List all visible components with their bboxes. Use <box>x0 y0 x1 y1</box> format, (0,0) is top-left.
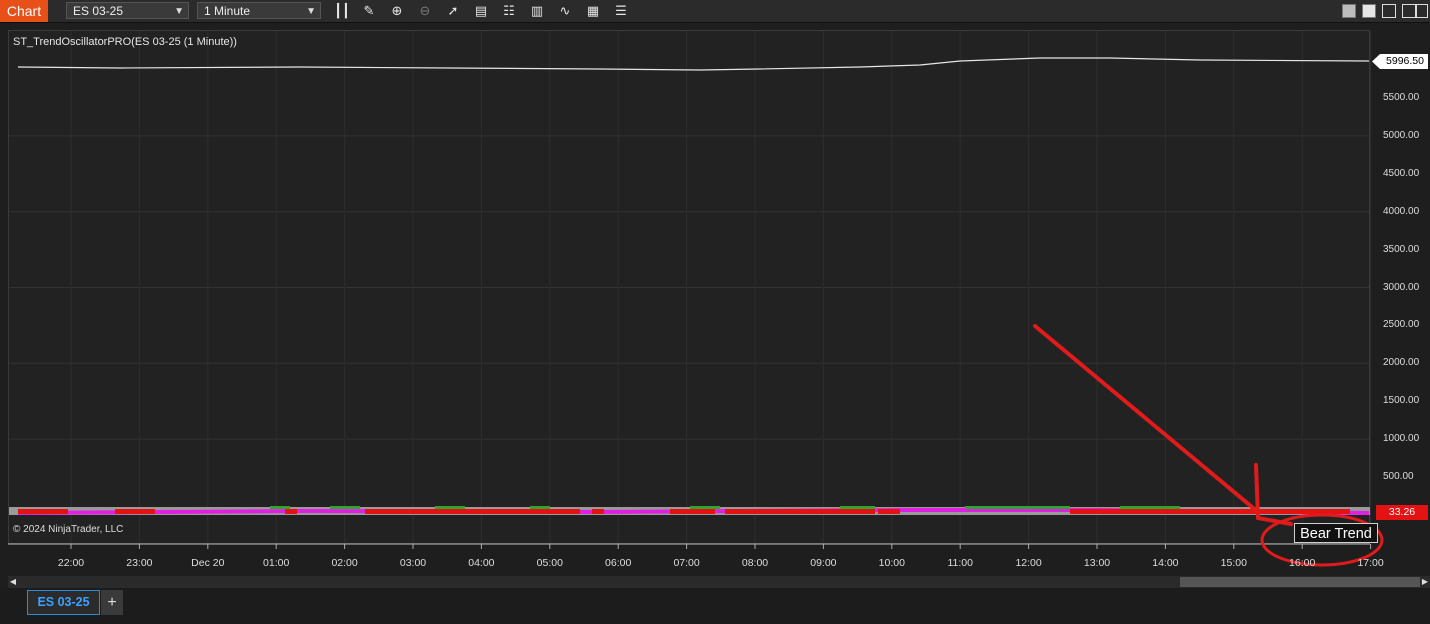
bear-segment <box>725 509 875 514</box>
add-tab-button[interactable]: + <box>101 590 123 615</box>
y-tick-label: 3500.00 <box>1383 243 1420 255</box>
scroll-right-icon[interactable]: ▶ <box>1420 576 1430 588</box>
y-tick-label: 1500.00 <box>1383 395 1420 407</box>
x-tick-label: 08:00 <box>741 557 769 569</box>
bear-segment <box>18 509 68 514</box>
bull-segment <box>1120 506 1180 509</box>
x-tick-label: 15:00 <box>1220 557 1247 569</box>
annotation-arrow-line <box>1033 324 1260 514</box>
x-tick-label: 01:00 <box>263 557 290 569</box>
x-tick-label: 11:00 <box>947 557 973 569</box>
x-tick-label: 17:00 <box>1357 557 1384 569</box>
tab-es-03-25[interactable]: ES 03-25 <box>27 590 100 615</box>
bear-segment <box>1220 509 1350 514</box>
x-tick-label: 09:00 <box>810 557 837 569</box>
gridlines <box>8 31 1372 549</box>
trend-state-label: Bear Trend <box>1294 523 1378 543</box>
x-tick-label: 22:00 <box>57 557 85 569</box>
x-tick-label: 12:00 <box>1015 557 1042 569</box>
x-tick-label: 14:00 <box>1152 557 1179 569</box>
bear-segment <box>670 509 715 514</box>
y-tick-label: 2500.00 <box>1383 319 1420 331</box>
x-tick-label: 03:00 <box>399 557 427 569</box>
horizontal-scrollbar[interactable]: ◀ ▶ <box>8 576 1430 588</box>
scroll-thumb[interactable] <box>1180 577 1420 587</box>
indicator-label: ST_TrendOscillatorPRO(ES 03-25 (1 Minute… <box>13 36 237 48</box>
x-tick-label: 06:00 <box>605 557 632 569</box>
x-tick-label: 07:00 <box>673 557 700 569</box>
x-tick-label: 16:00 <box>1289 557 1316 569</box>
x-tick-label: 05:00 <box>536 557 563 569</box>
y-tick-label: 1000.00 <box>1383 433 1420 445</box>
bear-segment <box>878 509 900 514</box>
x-tick-label: 23:00 <box>126 557 153 569</box>
y-tick-label: 4500.00 <box>1383 167 1420 179</box>
y-tick-label: 500.00 <box>1383 471 1414 482</box>
bear-segment <box>115 509 155 514</box>
bottom-tab-bar <box>0 588 1430 624</box>
bear-segment <box>365 509 580 514</box>
chart-canvas <box>8 31 1384 567</box>
bull-segment <box>690 506 720 509</box>
bear-segment <box>1070 509 1220 514</box>
bull-segment <box>840 506 875 509</box>
y-tick-label: 5500.00 <box>1383 92 1420 103</box>
bear-segment <box>592 509 604 514</box>
bear-segment <box>285 509 297 514</box>
oscillator-value-marker: 33.26 <box>1376 505 1428 520</box>
bull-segment <box>965 506 1070 509</box>
y-tick-label: 5000.00 <box>1383 129 1420 141</box>
y-tick-label: 2000.00 <box>1383 357 1420 369</box>
last-price-marker: 5996.50 <box>1372 54 1428 69</box>
scroll-left-icon[interactable]: ◀ <box>8 576 18 588</box>
x-tick-label: 04:00 <box>468 557 495 569</box>
bull-segment <box>530 506 550 509</box>
price-series-line <box>17 57 1370 71</box>
x-tick-label: 02:00 <box>331 557 358 569</box>
x-tick-label: Dec 20 <box>191 557 225 569</box>
y-tick-label: 4000.00 <box>1383 205 1420 217</box>
bull-segment <box>330 506 360 509</box>
x-tick-label: 13:00 <box>1083 557 1111 569</box>
x-tick-label: 10:00 <box>878 557 905 569</box>
y-tick-label: 3000.00 <box>1383 281 1420 293</box>
trend-oscillator-series <box>9 506 1370 515</box>
bull-segment <box>435 506 465 509</box>
bull-segment <box>270 506 290 509</box>
copyright-text: © 2024 NinjaTrader, LLC <box>13 524 124 535</box>
annotation-arrow-head-stem <box>1254 463 1260 520</box>
